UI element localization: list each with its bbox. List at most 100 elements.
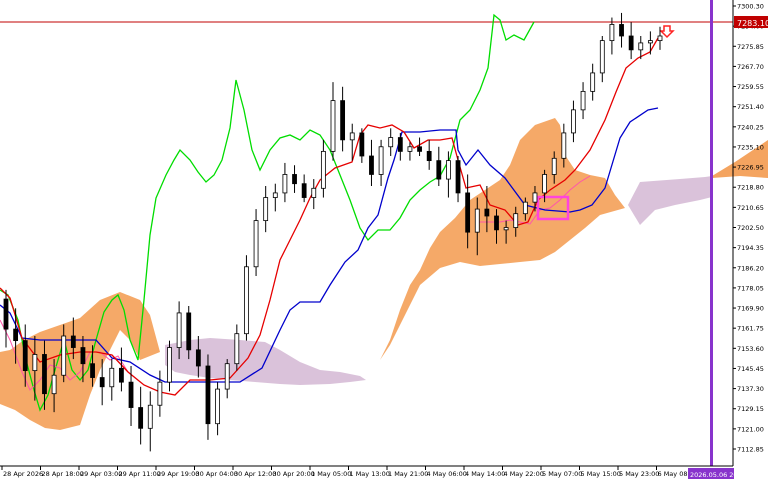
candle-body-bull — [61, 335, 67, 376]
candle-body-bear — [42, 354, 47, 395]
ichimoku-price-chart[interactable]: 7300.307294.007275.857267.707259.557251.… — [0, 0, 768, 480]
candle-body-bull — [542, 174, 547, 194]
candle[interactable] — [119, 347, 124, 392]
candle[interactable] — [340, 86, 346, 152]
candle-body-bull — [522, 201, 528, 215]
candle[interactable] — [272, 183, 278, 212]
candle[interactable] — [292, 165, 297, 193]
candle-body-bull — [282, 174, 288, 194]
candle-body-bull — [551, 157, 557, 175]
candle[interactable] — [397, 132, 403, 161]
candle[interactable] — [224, 359, 230, 399]
candle-body-bull — [580, 90, 586, 111]
candle[interactable] — [647, 31, 653, 55]
candle[interactable] — [109, 359, 115, 401]
y-tick-label: 7112.85 — [737, 446, 764, 454]
candle[interactable] — [426, 139, 432, 170]
x-tick-label: 4 May 14:00 — [465, 470, 505, 478]
candle[interactable] — [619, 12, 624, 48]
chart-canvas[interactable]: 7300.307294.007275.857267.707259.557251.… — [0, 0, 768, 480]
candle-body-bear — [138, 407, 144, 429]
y-tick-label: 7121.00 — [737, 425, 764, 433]
candle-body-bull — [234, 333, 240, 365]
candle[interactable] — [580, 82, 586, 120]
candle[interactable] — [571, 100, 576, 143]
x-tick-label: 5 May 15:00 — [581, 470, 621, 478]
candle[interactable] — [301, 174, 307, 203]
candle[interactable] — [263, 186, 269, 233]
x-axis-ticks: 28 Apr 202628 Apr 18:0029 Apr 03:0029 Ap… — [1, 466, 698, 478]
candle-body-bear — [417, 146, 422, 152]
candle-body-bear — [22, 340, 28, 372]
candle[interactable] — [3, 289, 9, 348]
candle[interactable] — [417, 137, 422, 156]
x-tick-label: 29 Apr 11:00 — [119, 470, 161, 478]
x-tick-label: 28 Apr 2026 — [3, 470, 43, 478]
y-tick-label: 7251.40 — [737, 103, 764, 111]
candle[interactable] — [157, 370, 163, 417]
x-tick-label: 4 May 06:00 — [427, 470, 467, 478]
x-tick-label: 1 May 21:00 — [388, 470, 428, 478]
candle-body-bull — [388, 137, 394, 148]
candle[interactable] — [455, 156, 461, 203]
candle-body-bull — [244, 266, 249, 335]
candle-body-bear — [292, 174, 297, 185]
y-tick-label: 7194.35 — [737, 244, 764, 252]
candle[interactable] — [599, 36, 605, 83]
candle-body-bear — [426, 150, 432, 162]
candle[interactable] — [311, 179, 317, 210]
y-tick-label: 7129.15 — [737, 405, 764, 413]
candle-body-bull — [311, 187, 317, 198]
candle-body-bull — [561, 132, 567, 159]
candle[interactable] — [657, 26, 663, 50]
candle-body-bear — [70, 335, 76, 348]
candle-body-bear — [455, 160, 461, 194]
candle[interactable] — [590, 63, 596, 101]
candle[interactable] — [138, 386, 144, 445]
candle[interactable] — [359, 128, 365, 163]
y-tick-label: 7210.65 — [737, 204, 764, 212]
candle[interactable] — [330, 82, 336, 161]
x-tick-label: 1 May 13:00 — [350, 470, 390, 478]
x-tick-label: 30 Apr 04:00 — [196, 470, 238, 478]
candle-body-bear — [340, 100, 346, 141]
candle[interactable] — [282, 162, 288, 203]
candle[interactable] — [244, 255, 249, 341]
candle[interactable] — [628, 22, 634, 60]
time-marker-line[interactable] — [710, 0, 713, 466]
candle-body-bear — [628, 35, 634, 51]
candle-body-bull — [503, 227, 509, 231]
candle[interactable] — [378, 139, 384, 186]
candle-body-bear — [359, 132, 365, 157]
candle-body-bull — [176, 312, 182, 348]
candle[interactable] — [436, 146, 442, 186]
candle-body-bear — [80, 347, 86, 365]
candle-body-bull — [32, 354, 38, 372]
candle[interactable] — [253, 209, 259, 276]
candle-body-bull — [330, 100, 336, 152]
y-tick-label: 7153.60 — [737, 345, 764, 353]
candle[interactable] — [388, 128, 394, 156]
candle[interactable] — [609, 17, 615, 55]
candle[interactable] — [167, 340, 172, 392]
candle-body-bull — [215, 388, 220, 425]
y-tick-label: 7218.80 — [737, 184, 764, 192]
candle-body-bull — [253, 220, 259, 268]
y-tick-label: 7202.50 — [737, 224, 764, 232]
candle-body-bull — [157, 381, 163, 406]
cursor-time-label: 2026.05.06 20:00 — [690, 471, 748, 479]
candle[interactable] — [234, 324, 240, 371]
x-tick-label: 29 Apr 03:00 — [80, 470, 122, 478]
candle[interactable] — [369, 139, 374, 186]
candle-body-bull — [109, 367, 115, 388]
candle-body-bear — [13, 328, 19, 342]
candle[interactable] — [320, 139, 326, 198]
candle[interactable] — [215, 382, 220, 436]
x-tick-label: 29 Apr 19:00 — [157, 470, 199, 478]
candle[interactable] — [147, 391, 153, 452]
candle-body-bear — [369, 155, 374, 175]
candle[interactable] — [205, 354, 211, 440]
x-tick-label: 4 May 22:00 — [504, 470, 544, 478]
candle-body-bull — [349, 132, 355, 141]
sell-arrow-icon[interactable] — [659, 25, 675, 39]
